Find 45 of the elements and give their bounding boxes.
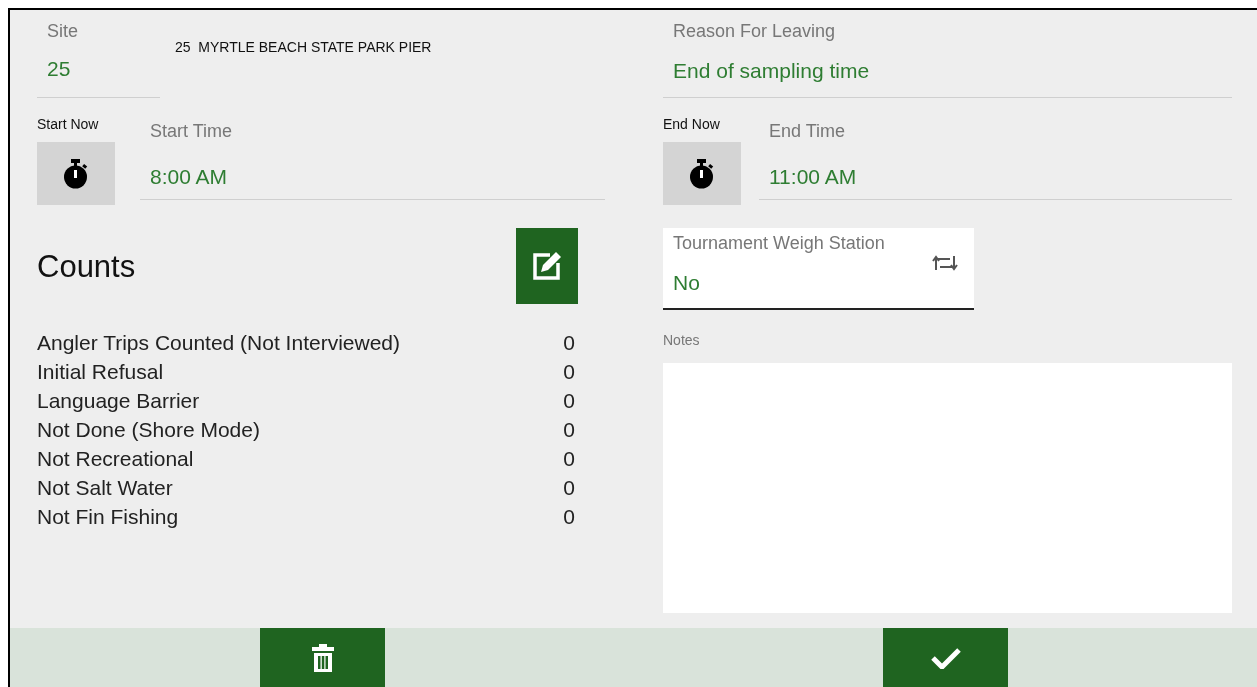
- now-label: End Now: [663, 115, 721, 134]
- count-label: Initial Refusal: [37, 359, 164, 385]
- check-icon: [930, 646, 961, 669]
- counts-heading: Counts: [37, 248, 136, 284]
- count-label: Not Done (Shore Mode): [37, 417, 260, 443]
- count-value: 0: [563, 504, 575, 530]
- field-value: 8:00 AM: [150, 164, 229, 190]
- field-value: 11:00 AM: [769, 164, 858, 190]
- stopwatch-icon: [63, 158, 89, 189]
- stopwatch-button[interactable]: [37, 142, 115, 205]
- field-label: Tournament Weigh Station: [673, 232, 886, 254]
- site-field[interactable]: Site 25: [37, 10, 160, 98]
- field-label: Site: [47, 20, 80, 42]
- field-value: 25: [47, 56, 72, 82]
- edit-button[interactable]: [516, 228, 578, 304]
- stopwatch-button[interactable]: [663, 142, 741, 205]
- count-value: 0: [563, 417, 575, 443]
- time-field[interactable]: Start Time 8:00 AM: [140, 114, 605, 200]
- swap-icon: [932, 254, 958, 271]
- count-label: Language Barrier: [37, 388, 200, 414]
- count-value: 0: [563, 475, 575, 501]
- field-label: End Time: [769, 120, 847, 142]
- field-label: Reason For Leaving: [673, 20, 837, 42]
- delete-button[interactable]: [260, 628, 385, 687]
- count-value: 0: [563, 388, 575, 414]
- dropdown-field[interactable]: Tournament Weigh Station No: [663, 228, 974, 310]
- trash-icon: [311, 643, 334, 672]
- count-value: 0: [563, 446, 575, 472]
- site-name: 25 MYRTLE BEACH STATE PARK PIER: [175, 38, 432, 57]
- count-label: Angler Trips Counted (Not Interviewed): [37, 330, 400, 356]
- reason-field[interactable]: Reason For Leaving End of sampling time: [663, 10, 1232, 98]
- field-value: No: [673, 270, 701, 296]
- time-field[interactable]: End Time 11:00 AM: [759, 114, 1232, 200]
- count-label: Not Salt Water: [37, 475, 173, 501]
- edit-icon: [532, 251, 562, 281]
- stopwatch-icon: [689, 158, 715, 189]
- count-value: 0: [563, 359, 575, 385]
- now-label: Start Now: [37, 115, 100, 134]
- field-label: Start Time: [150, 120, 234, 142]
- count-value: 0: [563, 330, 575, 356]
- count-label: Not Recreational: [37, 446, 194, 472]
- field-value: End of sampling time: [673, 58, 871, 84]
- notes-label: Notes: [663, 331, 701, 350]
- count-label: Not Fin Fishing: [37, 504, 179, 530]
- confirm-button[interactable]: [883, 628, 1008, 687]
